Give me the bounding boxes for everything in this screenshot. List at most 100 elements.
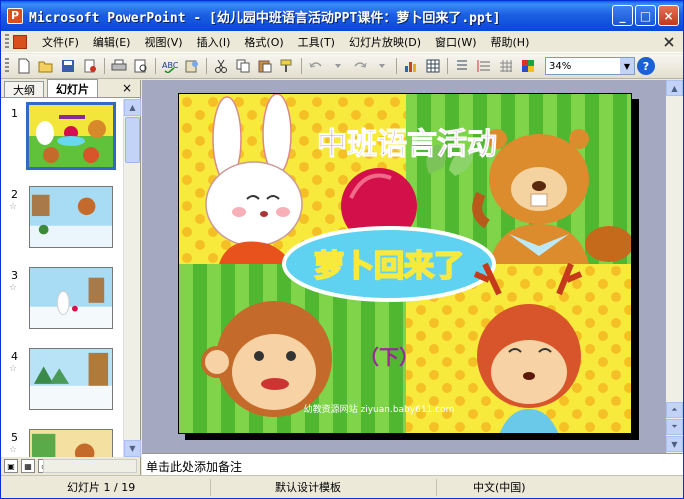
table-icon[interactable]	[424, 57, 442, 75]
new-icon[interactable]	[15, 57, 33, 75]
spelling-icon[interactable]: ABC	[161, 57, 179, 75]
slide-area-scrollbar[interactable]: ▲ ⏶ ⏷ ▼	[666, 80, 683, 453]
svg-text:ABC: ABC	[162, 61, 178, 70]
slide-thumbnail[interactable]: 5 ☆	[1, 429, 123, 457]
paste-icon[interactable]	[256, 57, 274, 75]
tab-outline[interactable]: 大纲	[4, 81, 44, 97]
expand-icon[interactable]	[453, 57, 471, 75]
open-icon[interactable]	[37, 57, 55, 75]
slide-number: 3	[11, 269, 18, 282]
slide-subtitle: 萝卜回来了	[314, 249, 464, 284]
toolbar-separator	[206, 58, 207, 74]
slide-thumbnail-image	[29, 348, 113, 410]
scrollbar-thumb[interactable]	[125, 117, 140, 163]
next-slide-icon[interactable]: ⏷	[666, 419, 683, 435]
slide-part-label: （下）	[359, 345, 419, 369]
format-painter-icon[interactable]	[278, 57, 296, 75]
status-slide-info: 幻灯片 1 / 19	[1, 478, 211, 496]
slide-thumbnail-image	[29, 186, 113, 248]
menu-format[interactable]: 格式(O)	[237, 34, 290, 50]
slide-number: 5	[11, 431, 18, 444]
scroll-up-icon[interactable]: ▲	[666, 80, 683, 96]
menu-insert[interactable]: 插入(I)	[190, 34, 238, 50]
scroll-down-icon[interactable]: ▼	[124, 440, 141, 457]
chart-icon[interactable]	[402, 57, 420, 75]
close-button[interactable]: ×	[658, 5, 679, 26]
show-formatting-icon[interactable]	[475, 57, 493, 75]
toolbar-separator	[301, 58, 302, 74]
scroll-down-icon[interactable]: ▼	[666, 436, 683, 452]
slides-pane-scrollbar[interactable]: ▲ ▼	[123, 99, 141, 457]
undo-dropdown-icon[interactable]	[329, 57, 347, 75]
print-preview-icon[interactable]	[132, 57, 150, 75]
animation-star-icon[interactable]: ☆	[9, 364, 17, 374]
close-document-icon[interactable]	[661, 34, 677, 50]
toolbar-separator	[396, 58, 397, 74]
scroll-up-icon[interactable]: ▲	[124, 99, 141, 116]
slide-number: 4	[11, 350, 18, 363]
close-pane-icon[interactable]: ×	[122, 81, 132, 95]
menu-grip-handle[interactable]	[5, 33, 9, 50]
menu-help[interactable]: 帮助(H)	[484, 34, 537, 50]
permission-icon[interactable]	[81, 57, 99, 75]
powerpoint-app-icon[interactable]: P	[7, 8, 23, 24]
status-design-template[interactable]: 默认设计模板	[211, 478, 437, 496]
zoom-value: 34%	[549, 60, 572, 72]
slide-editing-area: 中班语言活动 萝卜回来了 （下） 幼教资源网站 ziyuan.baby611.c…	[142, 80, 683, 453]
undo-icon[interactable]	[307, 57, 325, 75]
slide-thumbnail[interactable]: 1	[1, 102, 123, 175]
slide-sorter-view-icon[interactable]: ▦	[21, 459, 35, 473]
notes-pane[interactable]: 单击此处添加备注	[142, 453, 683, 475]
slide-number: 2	[11, 188, 18, 201]
pane-tabs: 大纲 幻灯片 ×	[1, 79, 140, 98]
chevron-down-icon[interactable]: ▼	[620, 58, 634, 74]
print-icon[interactable]	[110, 57, 128, 75]
maximize-button[interactable]: □	[635, 5, 656, 26]
standard-toolbar: ABC 34% ▼ ?	[1, 54, 683, 79]
slide-title: 中班语言活动	[317, 127, 497, 162]
copy-icon[interactable]	[234, 57, 252, 75]
research-icon[interactable]	[183, 57, 201, 75]
title-bar[interactable]: P Microsoft PowerPoint - [幼儿园中班语言活动PPT课件…	[1, 1, 683, 31]
toolbar-separator	[104, 58, 105, 74]
slide-artwork: 中班语言活动 萝卜回来了 （下） 幼教资源网站 ziyuan.baby611.c…	[179, 94, 631, 433]
window-title: Microsoft PowerPoint - [幼儿园中班语言活动PPT课件：萝…	[29, 10, 501, 26]
cut-icon[interactable]	[212, 57, 230, 75]
toolbar-grip-handle[interactable]	[5, 58, 9, 74]
redo-dropdown-icon[interactable]	[373, 57, 391, 75]
current-slide[interactable]: 中班语言活动 萝卜回来了 （下） 幼教资源网站 ziyuan.baby611.c…	[178, 93, 632, 434]
zoom-select[interactable]: 34% ▼	[545, 57, 635, 75]
horizontal-scrollbar[interactable]	[43, 459, 137, 473]
redo-icon[interactable]	[351, 57, 369, 75]
menu-window[interactable]: 窗口(W)	[428, 34, 483, 50]
help-icon[interactable]: ?	[637, 57, 655, 75]
tab-slides[interactable]: 幻灯片	[47, 79, 98, 97]
slide-thumbnail-image	[29, 429, 113, 457]
animation-star-icon[interactable]: ☆	[9, 283, 17, 293]
menu-edit[interactable]: 编辑(E)	[86, 34, 138, 50]
animation-star-icon[interactable]: ☆	[9, 202, 17, 212]
document-icon[interactable]	[13, 34, 27, 49]
animation-star-icon[interactable]: ☆	[9, 445, 17, 455]
normal-view-icon[interactable]: ▣	[4, 459, 18, 473]
slide-thumbnail-list: 1 2 ☆ 3 ☆ 4 ☆ 5 ☆	[1, 99, 123, 457]
toolbar-separator	[447, 58, 448, 74]
save-icon[interactable]	[59, 57, 77, 75]
status-bar: 幻灯片 1 / 19 默认设计模板 中文(中国)	[1, 475, 683, 498]
previous-slide-icon[interactable]: ⏶	[666, 402, 683, 418]
menu-tools[interactable]: 工具(T)	[291, 34, 342, 50]
slide-thumbnail[interactable]: 2 ☆	[1, 186, 123, 256]
slide-thumbnail[interactable]: 3 ☆	[1, 267, 123, 337]
grid-icon[interactable]	[497, 57, 515, 75]
menu-slideshow[interactable]: 幻灯片放映(D)	[342, 34, 428, 50]
menu-bar: 文件(F) 编辑(E) 视图(V) 插入(I) 格式(O) 工具(T) 幻灯片放…	[1, 31, 683, 53]
slide-thumbnail-image	[26, 102, 116, 170]
slide-thumbnail[interactable]: 4 ☆	[1, 348, 123, 418]
powerpoint-window: P Microsoft PowerPoint - [幼儿园中班语言活动PPT课件…	[0, 0, 684, 499]
view-buttons-bar: ▣ ▦ ▭	[1, 457, 141, 475]
menu-view[interactable]: 视图(V)	[137, 34, 189, 50]
minimize-button[interactable]: _	[612, 5, 633, 26]
status-language: 中文(中国)	[473, 481, 526, 494]
color-grayscale-icon[interactable]	[519, 57, 537, 75]
menu-file[interactable]: 文件(F)	[35, 34, 86, 50]
